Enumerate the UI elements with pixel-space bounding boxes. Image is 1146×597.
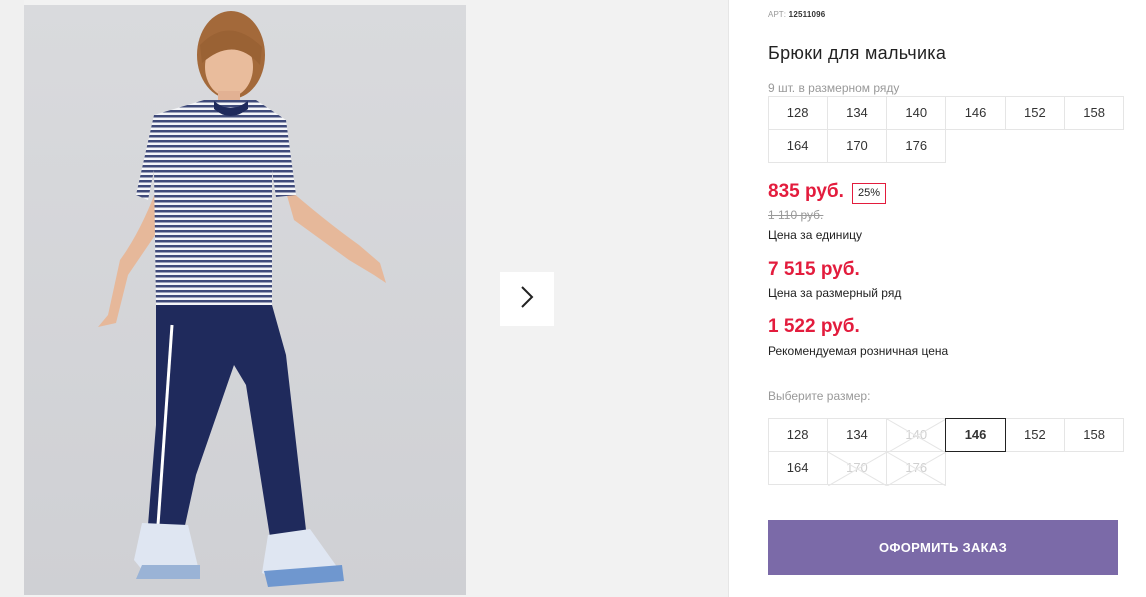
article-number: АРТ: 12511096 bbox=[768, 10, 825, 19]
size-picker: 128 134 140 146 152 158 164 170 176 bbox=[767, 417, 1125, 486]
row-size-cell: 140 bbox=[886, 95, 947, 130]
article-value: 12511096 bbox=[788, 10, 826, 19]
size-option-176: 176 bbox=[886, 450, 947, 486]
product-gallery bbox=[0, 0, 728, 597]
row-size-cell: 128 bbox=[767, 95, 828, 130]
article-label: АРТ: bbox=[768, 10, 787, 19]
row-size-cell: 146 bbox=[945, 95, 1006, 130]
unavailable-cross-icon bbox=[887, 418, 947, 453]
size-option-128[interactable]: 128 bbox=[767, 417, 828, 452]
row-count-text: 9 шт. в размерном ряду bbox=[768, 81, 900, 95]
order-button[interactable]: ОФОРМИТЬ ЗАКАЗ bbox=[768, 520, 1118, 575]
row-size-cell: 170 bbox=[826, 128, 888, 163]
unit-price: 835 руб. bbox=[768, 181, 844, 202]
row-price-label: Цена за размерный ряд bbox=[768, 286, 902, 300]
size-option-152[interactable]: 152 bbox=[1004, 417, 1065, 452]
discount-badge: 25% bbox=[852, 183, 887, 204]
row-size-cell: 152 bbox=[1004, 95, 1065, 130]
row-size-cell: 134 bbox=[826, 95, 888, 130]
gallery-next-button[interactable] bbox=[500, 272, 554, 326]
gallery-edge bbox=[0, 0, 24, 597]
size-option-158[interactable]: 158 bbox=[1063, 417, 1125, 452]
product-page: АРТ: 12511096 Брюки для мальчика 9 шт. в… bbox=[0, 0, 1146, 597]
unavailable-cross-icon bbox=[827, 451, 887, 486]
retail-price-label: Рекомендуемая розничная цена bbox=[768, 344, 949, 358]
product-info: АРТ: 12511096 Брюки для мальчика 9 шт. в… bbox=[767, 0, 1128, 597]
size-option-134[interactable]: 134 bbox=[826, 417, 888, 452]
row-size-cell: 176 bbox=[886, 128, 947, 163]
unavailable-cross-icon bbox=[887, 451, 947, 486]
row-size-cell: 164 bbox=[767, 128, 828, 163]
unit-price-label: Цена за единицу bbox=[768, 228, 863, 242]
size-option-140: 140 bbox=[886, 417, 947, 453]
choose-size-label: Выберите размер: bbox=[768, 389, 871, 403]
row-price: 7 515 руб. bbox=[768, 259, 860, 280]
size-option-146[interactable]: 146 bbox=[945, 417, 1006, 452]
old-price: 1 110 руб. bbox=[768, 208, 824, 222]
product-title: Брюки для мальчика bbox=[768, 43, 947, 63]
chevron-right-icon bbox=[519, 285, 535, 314]
retail-price: 1 522 руб. bbox=[768, 316, 860, 337]
size-option-164[interactable]: 164 bbox=[767, 450, 828, 485]
panel-divider bbox=[728, 0, 729, 597]
size-option-170: 170 bbox=[826, 450, 888, 486]
row-size-cell: 158 bbox=[1063, 95, 1125, 130]
product-photo[interactable] bbox=[24, 5, 466, 595]
size-row-grid: 128 134 140 146 152 158 164 170 176 bbox=[767, 95, 1125, 163]
